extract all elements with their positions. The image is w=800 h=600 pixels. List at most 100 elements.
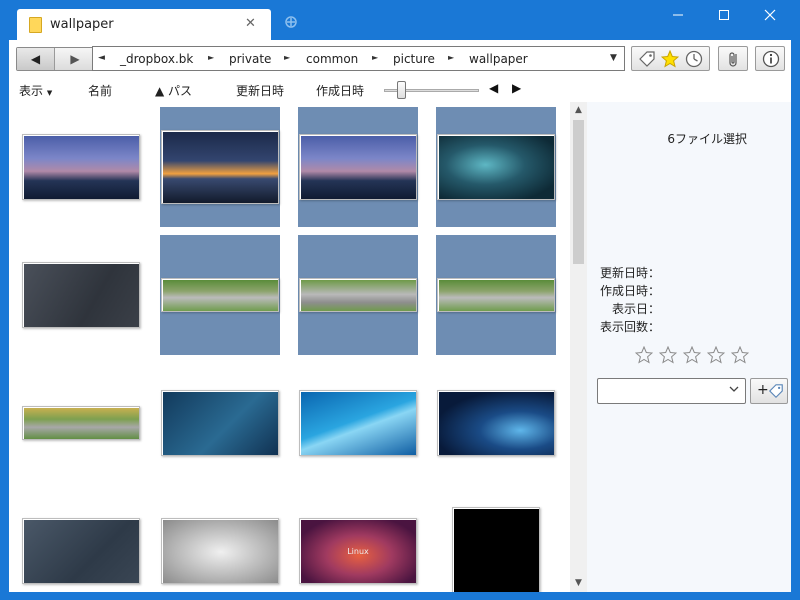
thumbnail-grid: Linux xyxy=(9,102,570,592)
thumbnail-picture xyxy=(301,136,416,199)
breadcrumb-dropbox[interactable]: _dropbox.bk xyxy=(120,52,193,66)
nav-group: ◀ ▶ xyxy=(16,47,94,71)
thumbnail-picture xyxy=(24,520,139,583)
back-button[interactable]: ◀ xyxy=(17,48,55,70)
breadcrumb-separator-icon[interactable]: ► xyxy=(208,53,214,62)
breadcrumb-wallpaper[interactable]: wallpaper xyxy=(469,52,528,66)
tag-icon[interactable] xyxy=(638,50,656,71)
folder-icon xyxy=(29,17,42,33)
thumbnail-cell[interactable]: Linux xyxy=(298,491,418,592)
breadcrumb-common[interactable]: common xyxy=(306,52,358,66)
zoom-in-icon[interactable]: ▶ xyxy=(512,81,521,95)
rating-star-icon[interactable] xyxy=(658,345,678,364)
thumbnail-image xyxy=(161,518,279,584)
thumbnail-picture xyxy=(163,280,278,311)
thumbnail-cell[interactable] xyxy=(298,235,418,355)
chevron-down-icon xyxy=(729,384,739,397)
thumbnail-cell[interactable] xyxy=(21,491,141,592)
view-menu[interactable]: 表示 ▼ xyxy=(19,82,52,99)
rating-star-icon[interactable] xyxy=(682,345,702,364)
info-button[interactable] xyxy=(755,46,785,71)
grid-scrollbar[interactable]: ▲ ▼ xyxy=(570,102,587,592)
thumbnail-image xyxy=(161,390,279,456)
thumbnail-image xyxy=(22,262,140,328)
scroll-thumb[interactable] xyxy=(573,120,584,264)
thumbnail-picture xyxy=(439,280,554,311)
thumbnail-image xyxy=(22,134,140,200)
star-icon[interactable] xyxy=(660,49,680,71)
thumbnail-cell[interactable] xyxy=(160,107,280,227)
zoom-slider-thumb[interactable] xyxy=(397,81,407,99)
selection-count: 6ファイル選択 xyxy=(667,132,747,146)
close-window-button[interactable] xyxy=(747,0,793,30)
sort-by-name[interactable]: 名前 xyxy=(88,82,112,99)
thumbnail-cell[interactable] xyxy=(436,107,556,227)
thumbnail-cell[interactable] xyxy=(160,235,280,355)
breadcrumb-picture[interactable]: picture xyxy=(393,52,435,66)
tag-icon xyxy=(768,383,784,402)
new-tab-icon[interactable] xyxy=(284,15,298,29)
thumbnail-picture xyxy=(301,392,416,455)
thumbnail-cell[interactable] xyxy=(160,363,280,483)
thumbnail-image xyxy=(452,507,540,592)
scroll-down-icon[interactable]: ▼ xyxy=(570,575,587,592)
paperclip-icon xyxy=(725,50,743,71)
breadcrumb-separator-icon[interactable]: ► xyxy=(372,53,378,62)
address-dropdown-icon[interactable]: ▼ xyxy=(610,53,617,63)
tag-select[interactable] xyxy=(597,378,746,404)
thumbnail-cell[interactable] xyxy=(436,235,556,355)
tag-star-history-group xyxy=(631,46,710,71)
sort-by-path[interactable]: ▲ パス xyxy=(155,82,192,99)
sort-bar: 表示 ▼ 名前 ▲ パス 更新日時 作成日時 ◀ ▶ xyxy=(9,78,791,102)
thumbnail-cell[interactable] xyxy=(298,107,418,227)
thumbnail-cell[interactable] xyxy=(436,491,556,592)
tab-wallpaper[interactable]: wallpaper ✕ xyxy=(17,9,271,40)
view-menu-label: 表示 xyxy=(19,84,44,98)
zoom-out-icon[interactable]: ◀ xyxy=(489,81,498,95)
rating-star-icon[interactable] xyxy=(730,345,750,364)
address-bar[interactable]: ◄ _dropbox.bk ► private ► common ► pictu… xyxy=(92,46,625,71)
forward-button[interactable]: ▶ xyxy=(56,48,94,70)
breadcrumb-private[interactable]: private xyxy=(229,52,271,66)
rating-star-icon[interactable] xyxy=(634,345,654,364)
breadcrumb-separator-icon[interactable]: ► xyxy=(448,53,454,62)
thumbnail-cell[interactable] xyxy=(21,235,141,355)
info-icon xyxy=(762,50,780,71)
sort-by-created[interactable]: 作成日時 xyxy=(316,82,364,99)
thumbnail-image xyxy=(437,278,555,312)
clock-icon[interactable] xyxy=(685,50,703,71)
paperclip-button[interactable] xyxy=(718,46,748,71)
thumbnail-picture xyxy=(163,132,278,203)
thumbnail-image xyxy=(161,278,279,312)
rating-stars xyxy=(634,345,755,366)
breadcrumb-separator-icon[interactable]: ► xyxy=(284,53,290,62)
meta-viewed: 表示日： xyxy=(612,302,661,316)
thumbnail-picture xyxy=(439,392,554,455)
minimize-button[interactable] xyxy=(655,0,701,30)
meta-created: 作成日時： xyxy=(600,284,661,298)
address-history-icon[interactable]: ◄ xyxy=(98,53,105,63)
app-window: wallpaper ✕ ◀ ▶ ◄ _dropbox.bk ► private … xyxy=(0,0,800,600)
thumbnail-image xyxy=(161,130,279,204)
sort-by-modified[interactable]: 更新日時 xyxy=(236,82,284,99)
thumbnail-image xyxy=(299,278,417,312)
thumbnail-image xyxy=(437,134,555,200)
maximize-button[interactable] xyxy=(701,0,747,30)
thumbnail-picture xyxy=(301,280,416,311)
meta-view-count: 表示回数： xyxy=(600,320,661,334)
thumbnail-image xyxy=(437,390,555,456)
thumbnail-image xyxy=(299,134,417,200)
scroll-up-icon[interactable]: ▲ xyxy=(570,102,587,119)
thumbnail-cell[interactable] xyxy=(160,491,280,592)
thumbnail-cell[interactable] xyxy=(436,363,556,483)
rating-star-icon[interactable] xyxy=(706,345,726,364)
thumbnail-image xyxy=(299,390,417,456)
close-tab-icon[interactable]: ✕ xyxy=(245,16,256,31)
thumbnail-picture xyxy=(454,509,539,592)
thumbnail-cell[interactable] xyxy=(21,107,141,227)
thumbnail-picture xyxy=(163,520,278,583)
thumbnail-cell[interactable] xyxy=(298,363,418,483)
add-tag-button[interactable]: + xyxy=(750,378,788,404)
thumbnail-image: Linux xyxy=(299,518,417,584)
thumbnail-cell[interactable] xyxy=(21,363,141,483)
